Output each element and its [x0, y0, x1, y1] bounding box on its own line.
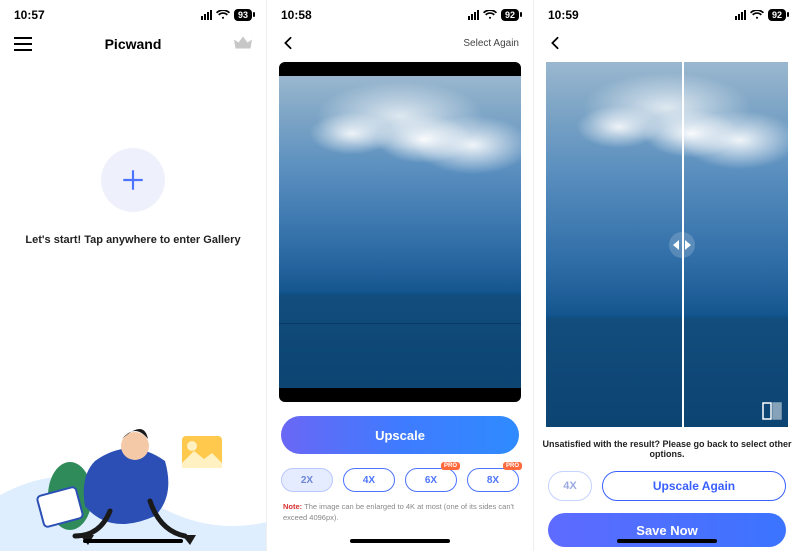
scale-options: 2X 4X 6XPRO 8XPRO [281, 468, 519, 492]
wifi-icon [483, 10, 497, 20]
home-indicator [617, 539, 717, 543]
pro-badge: PRO [503, 462, 522, 470]
drag-horizontal-icon [671, 238, 693, 252]
scale-option-2x[interactable]: 2X [281, 468, 333, 492]
back-icon[interactable] [548, 36, 562, 50]
status-bar: 10:57 93 [0, 0, 266, 30]
status-bar: 10:58 92 [267, 0, 533, 30]
battery-icon: 92 [768, 9, 786, 21]
upscale-button[interactable]: Upscale [281, 416, 519, 454]
image-preview [279, 62, 521, 402]
home-indicator [83, 539, 183, 543]
status-bar: 10:59 92 [534, 0, 800, 30]
note-body: The image can be enlarged to 4K at most … [283, 502, 514, 522]
battery-icon: 92 [501, 9, 519, 21]
scale-option-6x[interactable]: 6XPRO [405, 468, 457, 492]
scale-option-4x[interactable]: 4X [343, 468, 395, 492]
status-time: 10:57 [14, 8, 45, 22]
compare-preview[interactable] [546, 62, 788, 427]
status-time: 10:59 [548, 8, 579, 22]
plus-icon [120, 167, 146, 193]
screen-result: 10:59 92 Unsatisfied with the result? Pl… [534, 0, 800, 551]
home-indicator [350, 539, 450, 543]
screen-upscale-config: 10:58 92 Select Again Upscale 2X 4X 6XPR… [267, 0, 534, 551]
wifi-icon [750, 10, 764, 20]
home-caption: Let's start! Tap anywhere to enter Galle… [9, 234, 256, 246]
screen-home: 10:57 93 Picwand Let's start! Tap anywhe… [0, 0, 267, 551]
status-time: 10:58 [281, 8, 312, 22]
select-again-link[interactable]: Select Again [463, 38, 519, 49]
note-label: Note: [283, 502, 302, 511]
signal-icon [201, 10, 212, 20]
app-header: Picwand [0, 30, 266, 58]
scale-chip[interactable]: 4X [548, 471, 592, 501]
pro-badge: PRO [441, 462, 460, 470]
crown-icon[interactable] [234, 36, 252, 52]
app-title: Picwand [105, 36, 162, 52]
home-illustration [0, 351, 266, 551]
signal-icon [468, 10, 479, 20]
result-caption: Unsatisfied with the result? Please go b… [534, 439, 800, 459]
compare-toggle-icon[interactable] [762, 401, 782, 421]
compare-handle[interactable] [669, 232, 695, 258]
signal-icon [735, 10, 746, 20]
wifi-icon [216, 10, 230, 20]
back-icon[interactable] [281, 36, 295, 50]
battery-icon: 93 [234, 9, 252, 21]
add-image-button[interactable] [101, 148, 165, 212]
menu-icon[interactable] [14, 37, 32, 51]
note-text: Note: The image can be enlarged to 4K at… [283, 502, 517, 523]
upscale-again-button[interactable]: Upscale Again [602, 471, 786, 501]
scale-option-8x[interactable]: 8XPRO [467, 468, 519, 492]
